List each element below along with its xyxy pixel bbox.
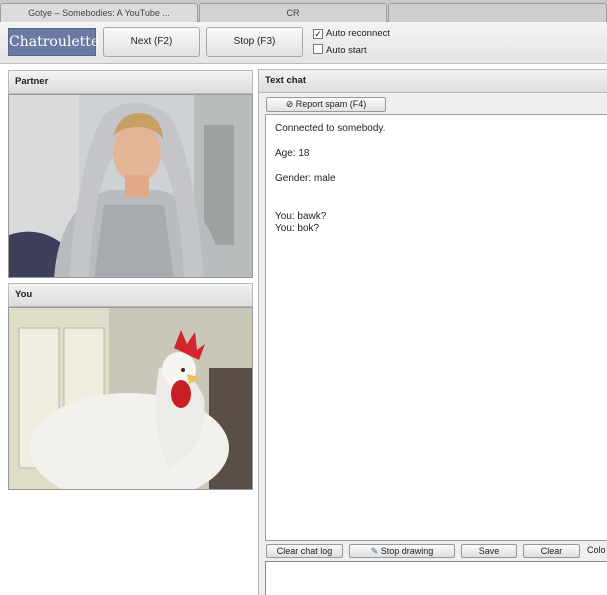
pencil-icon: ✎ xyxy=(370,546,379,556)
report-spam-label: Report spam (F4) xyxy=(295,99,367,109)
you-video xyxy=(8,307,253,490)
checkbox-checked-icon: ✓ xyxy=(313,29,323,39)
chat-line-message-2: You: bok? xyxy=(275,223,320,234)
chatroulette-logo: Chatroulette xyxy=(8,28,99,56)
browser-tab-youtube[interactable]: Gotye – Somebodies: A YouTube ... xyxy=(0,3,198,22)
chat-line-age: Age: 18 xyxy=(275,148,310,159)
partner-video xyxy=(8,94,253,278)
partner-webcam-image xyxy=(9,95,252,277)
clear-chat-log-button[interactable]: Clear chat log xyxy=(266,544,343,558)
auto-reconnect-label: Auto reconnect xyxy=(326,28,390,39)
no-entry-icon: ⊘ xyxy=(285,99,294,109)
auto-start-checkbox[interactable]: Auto start xyxy=(313,44,367,56)
color-label: Colo xyxy=(587,545,606,555)
chat-log[interactable]: Connected to somebody. Age: 18 Gender: m… xyxy=(265,114,607,541)
stop-drawing-button[interactable]: ✎ Stop drawing xyxy=(349,544,455,558)
browser-tab-blank[interactable] xyxy=(388,3,607,22)
report-spam-button[interactable]: ⊘ Report spam (F4) xyxy=(266,97,386,112)
browser-tab-strip: Gotye – Somebodies: A YouTube ... CR xyxy=(0,0,607,22)
browser-tab-cr[interactable]: CR xyxy=(199,3,387,22)
your-webcam-image xyxy=(9,308,252,489)
chat-line-connected: Connected to somebody. xyxy=(275,123,386,134)
save-button[interactable]: Save xyxy=(461,544,517,558)
chat-line-gender: Gender: male xyxy=(275,173,336,184)
stop-drawing-label: Stop drawing xyxy=(380,546,434,556)
checkbox-unchecked-icon xyxy=(313,44,323,54)
chatroulette-window: Gotye – Somebodies: A YouTube ... CR Cha… xyxy=(0,0,607,595)
clear-drawing-button[interactable]: Clear xyxy=(523,544,580,558)
auto-start-label: Auto start xyxy=(326,45,367,56)
next-button[interactable]: Next (F2) xyxy=(103,27,200,57)
auto-reconnect-checkbox[interactable]: ✓ Auto reconnect xyxy=(313,28,390,39)
chat-line-message-1: You: bawk? xyxy=(275,211,327,222)
chat-message-input[interactable] xyxy=(265,561,607,595)
toolbar: Chatroulette Next (F2) Stop (F3) ✓ Auto r… xyxy=(0,22,607,64)
stop-button[interactable]: Stop (F3) xyxy=(206,27,303,57)
partner-panel-title: Partner xyxy=(8,70,253,94)
you-panel-title: You xyxy=(8,283,253,307)
text-chat-title: Text chat xyxy=(258,69,607,93)
